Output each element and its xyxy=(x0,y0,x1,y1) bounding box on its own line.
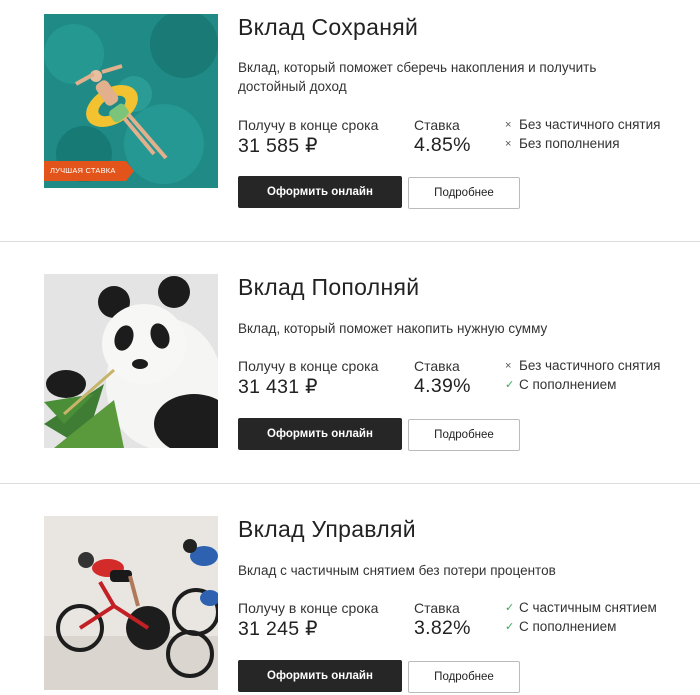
receive-label: Получу в конце срока xyxy=(238,358,379,374)
check-icon: ✓ xyxy=(505,602,515,614)
deposit-image-cyclists[interactable] xyxy=(44,516,218,690)
deposit-description: Вклад, который поможет сберечь накоплени… xyxy=(238,60,597,94)
rate-value: 4.85% xyxy=(414,134,471,156)
feature-text: Без частичного снятия xyxy=(519,358,661,373)
panda-illustration xyxy=(44,274,218,448)
cross-icon: × xyxy=(505,137,512,150)
feature-text: С частичным снятием xyxy=(519,600,657,615)
receive-value: 31 245 ₽ xyxy=(238,618,318,640)
feature-item: ✓ С частичным снятием xyxy=(505,600,657,615)
feature-item: × Без частичного снятия xyxy=(505,117,660,132)
receive-value: 31 585 ₽ xyxy=(238,135,318,157)
receive-value: 31 431 ₽ xyxy=(238,376,318,398)
receive-label: Получу в конце срока xyxy=(238,117,379,133)
deposit-card-replenish: Вклад Пополняй Вклад, который поможет на… xyxy=(0,242,700,482)
apply-online-button[interactable]: Оформить онлайн xyxy=(238,176,402,208)
feature-text: С пополнением xyxy=(519,619,617,634)
feature-text: Без частичного снятия xyxy=(519,117,661,132)
deposit-description: Вклад с частичным снятием без потери про… xyxy=(238,563,556,578)
cross-icon: × xyxy=(505,359,512,372)
apply-online-button[interactable]: Оформить онлайн xyxy=(238,418,402,450)
deposit-title: Вклад Сохраняй xyxy=(238,14,419,40)
feature-item: × Без пополнения xyxy=(505,136,620,151)
cyclists-illustration xyxy=(44,516,218,690)
cross-icon: × xyxy=(505,118,512,131)
rate-value: 4.39% xyxy=(414,375,471,397)
feature-item: × Без частичного снятия xyxy=(505,358,660,373)
rate-label: Ставка xyxy=(414,600,460,616)
feature-text: С пополнением xyxy=(519,377,617,392)
rate-label: Ставка xyxy=(414,358,460,374)
rate-value: 3.82% xyxy=(414,617,471,639)
apply-online-button[interactable]: Оформить онлайн xyxy=(238,660,402,692)
deposit-description: Вклад, который поможет накопить нужную с… xyxy=(238,321,548,336)
deposit-title: Вклад Управляй xyxy=(238,516,416,542)
deposit-card-manage: Вклад Управляй Вклад с частичным снятием… xyxy=(0,484,700,695)
more-details-button[interactable]: Подробнее xyxy=(408,177,520,209)
feature-text: Без пополнения xyxy=(519,136,620,151)
deposit-image-panda[interactable] xyxy=(44,274,218,448)
check-icon: ✓ xyxy=(505,621,515,633)
more-details-button[interactable]: Подробнее xyxy=(408,661,520,693)
check-icon: ✓ xyxy=(505,379,515,391)
deposit-title: Вклад Пополняй xyxy=(238,274,420,300)
feature-item: ✓ С пополнением xyxy=(505,619,616,634)
deposit-card-save: Лучшая ставка Вклад Сохраняй Вклад, кото… xyxy=(0,0,700,240)
best-rate-badge: Лучшая ставка xyxy=(44,161,134,181)
rate-label: Ставка xyxy=(414,117,460,133)
more-details-button[interactable]: Подробнее xyxy=(408,419,520,451)
deposit-image-swimmer[interactable]: Лучшая ставка xyxy=(44,14,218,188)
receive-label: Получу в конце срока xyxy=(238,600,379,616)
feature-item: ✓ С пополнением xyxy=(505,377,616,392)
